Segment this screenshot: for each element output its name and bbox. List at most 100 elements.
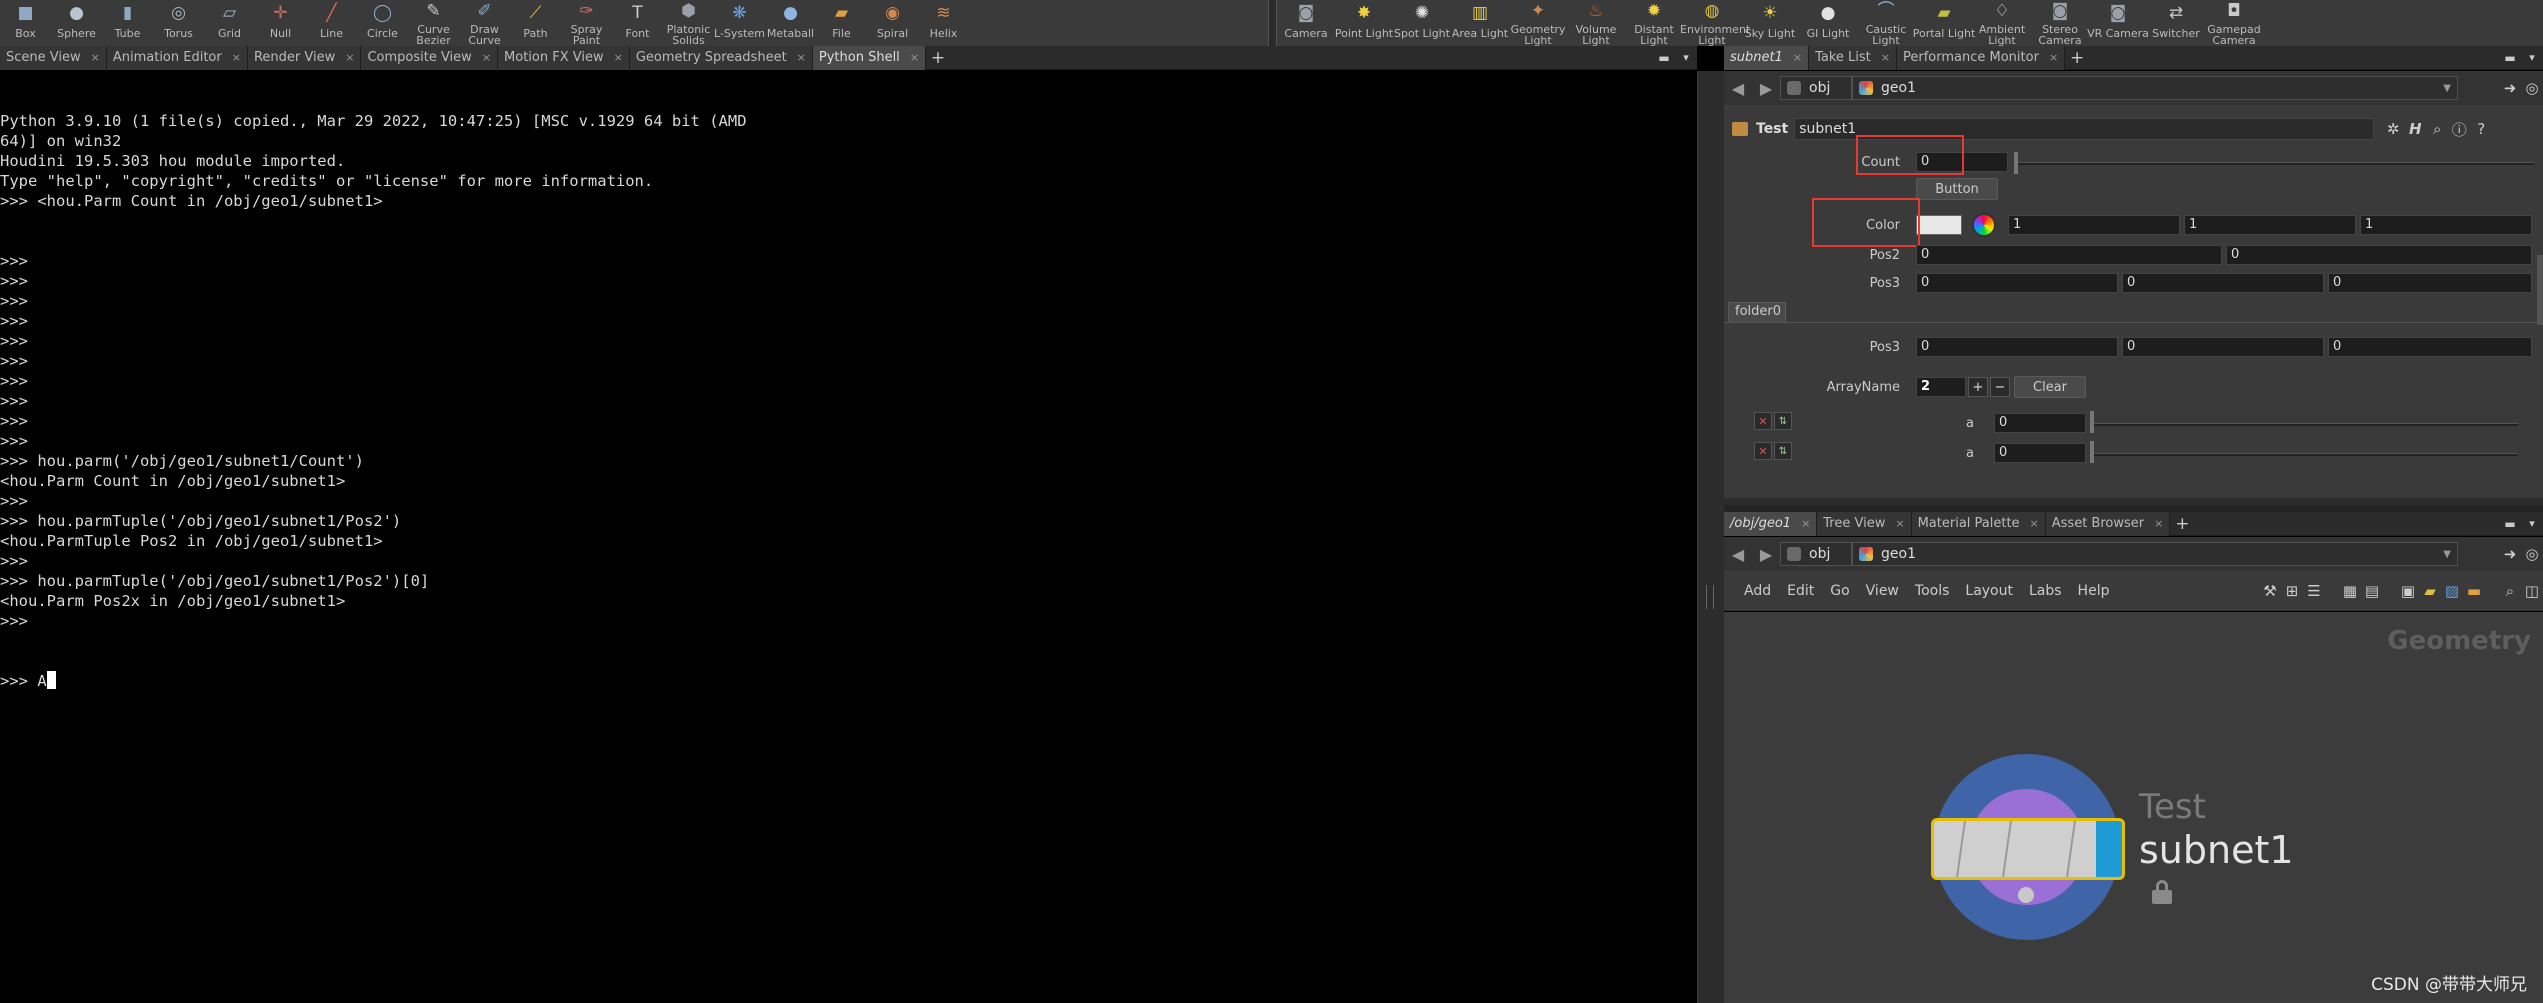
add-tab-button[interactable]: + bbox=[2065, 46, 2089, 70]
pos3-x-field[interactable]: 0 bbox=[1916, 273, 2118, 293]
sticky-note-icon[interactable]: ▰ bbox=[2419, 580, 2441, 602]
preview-icon[interactable]: ◫ bbox=[2521, 580, 2543, 602]
pane-divider[interactable] bbox=[1724, 505, 2543, 512]
count-slider-handle[interactable] bbox=[2014, 152, 2018, 174]
close-icon[interactable]: × bbox=[2154, 517, 2163, 530]
folder-pos3-y-field[interactable]: 0 bbox=[2122, 337, 2324, 357]
menu-help[interactable]: Help bbox=[2078, 583, 2110, 599]
shelf-tool-helix[interactable]: ≋ Helix bbox=[918, 0, 969, 46]
a1-slider[interactable] bbox=[2094, 423, 2518, 426]
folder-tab[interactable]: folder0 bbox=[1728, 302, 1786, 322]
a2-field[interactable]: 0 bbox=[1994, 443, 2086, 463]
a2-slider-handle[interactable] bbox=[2090, 441, 2094, 463]
menu-layout[interactable]: Layout bbox=[1965, 583, 2013, 599]
node-output-connector[interactable] bbox=[2018, 887, 2034, 903]
close-icon[interactable]: × bbox=[1895, 517, 1904, 530]
shelf-splitter[interactable] bbox=[1268, 0, 1277, 46]
list-view-icon[interactable]: ▤ bbox=[2361, 580, 2383, 602]
pos2-y-field[interactable]: 0 bbox=[2226, 245, 2532, 265]
lock-icon[interactable] bbox=[2152, 880, 2172, 904]
shelf-tool-font[interactable]: T Font bbox=[612, 0, 663, 46]
forward-arrow-icon[interactable]: ▶ bbox=[1752, 545, 1780, 564]
close-icon[interactable]: × bbox=[482, 51, 491, 64]
shelf-tool-camera[interactable]: ◙ Camera bbox=[1277, 0, 1335, 46]
shelf-tool-spray-paint[interactable]: ✑ Spray Paint bbox=[561, 0, 612, 46]
back-arrow-icon[interactable]: ◀ bbox=[1724, 545, 1752, 564]
help-icon[interactable]: ? bbox=[2470, 118, 2492, 140]
splitter-grip-icon[interactable] bbox=[1706, 585, 1714, 609]
add-tab-button[interactable]: + bbox=[2170, 512, 2194, 536]
param-hscrollbar[interactable] bbox=[1724, 498, 2543, 505]
path-node-geo1[interactable]: geo1 ▼ bbox=[1852, 76, 2458, 100]
color-swatch[interactable] bbox=[1916, 215, 1962, 235]
search-icon[interactable]: ⌕ bbox=[2499, 580, 2521, 602]
pane-menu-icon[interactable]: ▾ bbox=[1675, 47, 1697, 69]
pos2-x-field[interactable]: 0 bbox=[1916, 245, 2222, 265]
pane-menu-icon[interactable]: ▾ bbox=[2521, 47, 2543, 69]
shelf-tool-draw-curve[interactable]: ✐ Draw Curve bbox=[459, 0, 510, 46]
clear-button[interactable]: Clear bbox=[2014, 376, 2086, 398]
node-body[interactable] bbox=[1931, 818, 2125, 880]
menu-view[interactable]: View bbox=[1866, 583, 1899, 599]
chevron-down-icon[interactable]: ▼ bbox=[2443, 549, 2451, 560]
shelf-tool-vr-camera[interactable]: ◙ VR Camera bbox=[2087, 0, 2149, 46]
path-context-obj[interactable]: obj bbox=[1780, 542, 1852, 566]
palette-icon[interactable]: ▬ bbox=[2463, 580, 2485, 602]
grid-view-icon[interactable]: ▦ bbox=[2339, 580, 2361, 602]
color-b-field[interactable]: 1 bbox=[2360, 215, 2532, 235]
display-flag[interactable] bbox=[2096, 821, 2122, 877]
shelf-tool-line[interactable]: ╱ Line bbox=[306, 0, 357, 46]
tab-python-shell[interactable]: Python Shell × bbox=[812, 45, 927, 70]
tab-asset-browser[interactable]: Asset Browser × bbox=[2045, 511, 2171, 536]
tab-geometry-spreadsheet[interactable]: Geometry Spreadsheet × bbox=[629, 45, 813, 70]
array-count-field[interactable]: 2 bbox=[1916, 377, 1966, 397]
tab-performance-monitor[interactable]: Performance Monitor × bbox=[1897, 45, 2066, 70]
shelf-tool-distant-light[interactable]: ✹ Distant Light bbox=[1625, 0, 1683, 46]
close-icon[interactable]: × bbox=[1793, 51, 1802, 64]
forward-arrow-icon[interactable]: ▶ bbox=[1752, 79, 1780, 98]
shelf-tool-tube[interactable]: ▮ Tube bbox=[102, 0, 153, 46]
tab-composite-view[interactable]: Composite View × bbox=[361, 45, 499, 70]
shelf-tool-point-light[interactable]: ✸ Point Light bbox=[1335, 0, 1393, 46]
color-wheel-icon[interactable] bbox=[1972, 213, 1996, 237]
shelf-tool-volume-light[interactable]: ♨ Volume Light bbox=[1567, 0, 1625, 46]
menu-go[interactable]: Go bbox=[1830, 583, 1849, 599]
gear-icon[interactable]: ✲ bbox=[2382, 118, 2404, 140]
pane-options-icon[interactable]: ▬ bbox=[1653, 47, 1675, 69]
list-icon[interactable]: ☰ bbox=[2303, 580, 2325, 602]
close-icon[interactable]: × bbox=[614, 51, 623, 64]
shelf-tool-platonic-solids[interactable]: ⬢ Platonic Solids bbox=[663, 0, 714, 46]
path-node-geo1[interactable]: geo1 ▼ bbox=[1852, 542, 2458, 566]
a1-slider-handle[interactable] bbox=[2090, 411, 2094, 433]
chevron-down-icon[interactable]: ▼ bbox=[2443, 83, 2451, 94]
tab-render-view[interactable]: Render View × bbox=[247, 45, 362, 70]
tab-scene-view[interactable]: Scene View × bbox=[0, 45, 107, 70]
shelf-tool-grid[interactable]: ▱ Grid bbox=[204, 0, 255, 46]
info-icon[interactable]: ⓘ bbox=[2448, 118, 2470, 140]
image-icon[interactable]: ▨ bbox=[2441, 580, 2463, 602]
a1-field[interactable]: 0 bbox=[1994, 413, 2086, 433]
shelf-tool-null[interactable]: ✛ Null bbox=[255, 0, 306, 46]
close-icon[interactable]: × bbox=[2049, 51, 2058, 64]
shelf-tool-caustic-light[interactable]: ⌒ Caustic Light bbox=[1857, 0, 1915, 46]
shelf-tool-gamepad-camera[interactable]: ◘ Gamepad Camera bbox=[2205, 0, 2263, 46]
network-editor-canvas[interactable]: Geometry Test subnet1 CSDN @带带大师兄 bbox=[1724, 612, 2543, 1003]
menu-edit[interactable]: Edit bbox=[1787, 583, 1814, 599]
folder-pos3-z-field[interactable]: 0 bbox=[2328, 337, 2532, 357]
shelf-tool-file[interactable]: ▰ File bbox=[816, 0, 867, 46]
close-icon[interactable]: × bbox=[232, 51, 241, 64]
count-slider[interactable] bbox=[2016, 162, 2534, 165]
link-icon[interactable]: ◎ bbox=[2521, 77, 2543, 99]
back-arrow-icon[interactable]: ◀ bbox=[1724, 79, 1752, 98]
shelf-tool-ambient-light[interactable]: ♢ Ambient Light bbox=[1973, 0, 2031, 46]
pos3-z-field[interactable]: 0 bbox=[2328, 273, 2532, 293]
tree-layout-icon[interactable]: ⊞ bbox=[2281, 580, 2303, 602]
shelf-tool-path[interactable]: ⟋ Path bbox=[510, 0, 561, 46]
pane-menu-icon[interactable]: ▾ bbox=[2521, 513, 2543, 535]
param-button[interactable]: Button bbox=[1916, 178, 1998, 200]
shelf-tool-area-light[interactable]: ▥ Area Light bbox=[1451, 0, 1509, 46]
shelf-tool-switcher[interactable]: ⇄ Switcher bbox=[2147, 0, 2205, 46]
wrench-icon[interactable]: ⚒ bbox=[2259, 580, 2281, 602]
shelf-tool-spiral[interactable]: ◉ Spiral bbox=[867, 0, 918, 46]
close-icon[interactable]: × bbox=[910, 51, 919, 64]
